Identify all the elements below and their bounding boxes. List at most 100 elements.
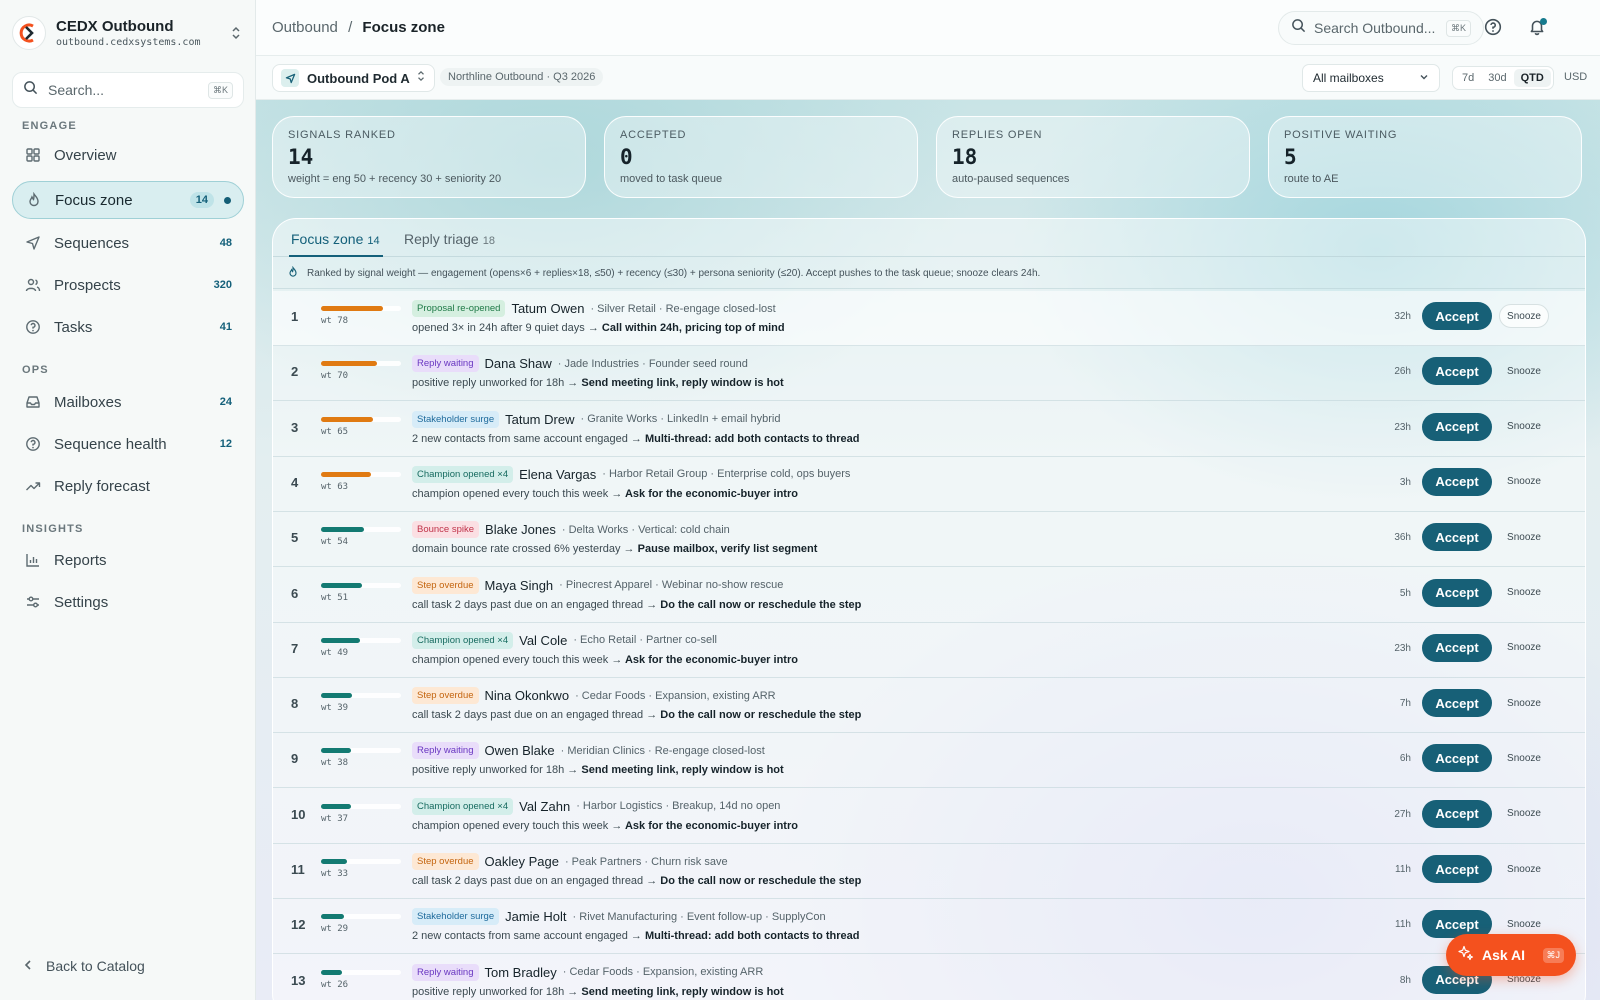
snooze-button[interactable]: Snooze: [1499, 912, 1549, 936]
global-search-input[interactable]: Search Outbound...: [1314, 20, 1446, 36]
workspace-switcher[interactable]: CEDX Outbound outbound.cedxsystems.com: [12, 12, 244, 54]
sidebar-item-prospects[interactable]: Prospects 320: [12, 266, 244, 304]
pod-selector[interactable]: Outbound Pod A: [272, 64, 435, 92]
list-item[interactable]: 4 wt 63 Champion opened ×4 Elena Vargas · Ha…: [273, 457, 1585, 512]
global-search[interactable]: Search Outbound... ⌘K: [1278, 11, 1484, 45]
ask-ai-button[interactable]: Ask AI ⌘J: [1446, 934, 1576, 976]
rank-number: 8: [291, 696, 299, 712]
range-option-qtd[interactable]: QTD: [1513, 69, 1551, 87]
prospect-name[interactable]: Nina Okonkwo: [485, 688, 570, 703]
sidebar-item-mailboxes[interactable]: Mailboxes 24: [12, 383, 244, 421]
accept-button[interactable]: Accept: [1422, 357, 1492, 386]
snooze-button[interactable]: Snooze: [1499, 525, 1549, 549]
snooze-button[interactable]: Snooze: [1499, 857, 1549, 881]
accept-button[interactable]: Accept: [1422, 799, 1492, 828]
accept-button[interactable]: Accept: [1422, 578, 1492, 607]
prospect-name[interactable]: Tatum Drew: [505, 412, 574, 427]
sidebar-item-tasks[interactable]: Tasks 41: [12, 308, 244, 346]
range-option-30d[interactable]: 30d: [1481, 69, 1513, 87]
sidebar-item-settings[interactable]: Settings: [12, 583, 244, 621]
signal-tag: Stakeholder surge: [412, 410, 500, 428]
prospect-name[interactable]: Dana Shaw: [485, 356, 552, 371]
snooze-button[interactable]: Snooze: [1499, 802, 1549, 826]
prospect-name[interactable]: Val Zahn: [519, 799, 570, 814]
sidebar-search-input[interactable]: Search...: [48, 82, 208, 98]
sidebar-item-reply-forecast[interactable]: Reply forecast: [12, 467, 244, 505]
accept-button[interactable]: Accept: [1422, 412, 1492, 441]
weight-bar: [321, 306, 401, 311]
list-item[interactable]: 12 wt 29 Stakeholder surge Jamie Holt · Rive…: [273, 899, 1585, 955]
accept-button[interactable]: Accept: [1422, 855, 1492, 883]
snooze-button[interactable]: Snooze: [1499, 359, 1549, 383]
prospect-name[interactable]: Tatum Owen: [511, 301, 584, 316]
sidebar-item-sequence-health[interactable]: Sequence health 12: [12, 425, 244, 463]
sidebar-item-sequences[interactable]: Sequences 48: [12, 224, 244, 262]
signal-tag: Champion opened ×4: [412, 465, 514, 483]
tab-focus-zone[interactable]: Focus zone 14: [291, 231, 380, 247]
snooze-button[interactable]: Snooze: [1499, 581, 1549, 605]
bell-icon[interactable]: [1528, 18, 1548, 38]
accept-button[interactable]: Accept: [1422, 467, 1492, 496]
breadcrumb-root[interactable]: Outbound: [272, 19, 338, 36]
send-icon: [281, 69, 299, 87]
snooze-button[interactable]: Snooze: [1499, 304, 1549, 328]
accept-button[interactable]: Accept: [1422, 689, 1492, 718]
stat-label: POSITIVE WAITING: [1284, 129, 1398, 141]
stat-card-signals-ranked: SIGNALS RANKED 14 weight = eng 50 + rece…: [272, 116, 586, 198]
mailbox-select[interactable]: All mailboxes: [1302, 64, 1440, 92]
list-item[interactable]: 8 wt 39 Step overdue Nina Okonkwo · Cedar Fo…: [273, 678, 1585, 734]
chevron-updown-icon[interactable]: [228, 25, 244, 41]
prospect-meta: · Cedar Foods · Expansion, existing ARR: [562, 966, 764, 979]
rank-number: 7: [291, 640, 299, 656]
sidebar-search[interactable]: Search... ⌘K: [12, 72, 244, 108]
prospect-name[interactable]: Val Cole: [519, 633, 567, 648]
stat-description: weight = eng 50 + recency 30 + seniority…: [288, 173, 502, 185]
sidebar-item-overview[interactable]: Overview: [12, 136, 244, 174]
list-item[interactable]: 2 wt 70 Reply waiting Dana Shaw · Jade Indus…: [273, 346, 1585, 402]
weight-label: wt 26: [321, 979, 349, 990]
weight-bar-fill: [321, 582, 362, 588]
snooze-button[interactable]: Snooze: [1499, 470, 1549, 494]
list-item[interactable]: 10 wt 37 Champion opened ×4 Val Zahn · Harbo…: [273, 789, 1585, 844]
list-item[interactable]: 6 wt 51 Step overdue Maya Singh · Pinecrest …: [273, 568, 1585, 623]
snooze-button[interactable]: Snooze: [1499, 415, 1549, 439]
prospect-name[interactable]: Elena Vargas: [519, 467, 596, 482]
sidebar-item-reports[interactable]: Reports: [12, 541, 244, 579]
next-action: Send meeting link, reply window is hot: [578, 985, 784, 998]
list-item[interactable]: 11 wt 33 Step overdue Oakley Page · Peak Par…: [273, 844, 1585, 899]
prospect-name[interactable]: Oakley Page: [485, 854, 559, 869]
signal-text: call task 2 days past due on an engaged …: [412, 875, 658, 887]
list-item[interactable]: 9 wt 38 Reply waiting Owen Blake · Meridian …: [273, 733, 1585, 789]
sidebar-item-focus-zone[interactable]: Focus zone 14: [12, 181, 244, 219]
weight-bar: [321, 803, 401, 809]
accept-button[interactable]: Accept: [1422, 744, 1492, 773]
prospect-name[interactable]: Tom Bradley: [485, 965, 557, 980]
sidebar: CEDX Outbound outbound.cedxsystems.com S…: [0, 0, 256, 1000]
tab-reply-triage[interactable]: Reply triage 18: [404, 231, 495, 247]
prospect-name[interactable]: Blake Jones: [485, 522, 556, 537]
grid-icon: [24, 146, 42, 164]
prospect-name[interactable]: Maya Singh: [485, 578, 554, 593]
stat-description: moved to task queue: [620, 173, 723, 185]
signal-tag: Champion opened ×4: [412, 797, 514, 815]
prospect-name[interactable]: Jamie Holt: [505, 909, 566, 924]
signal-age: 23h: [1394, 642, 1411, 654]
list-item[interactable]: 13 wt 26 Reply waiting Tom Bradley · Cedar F…: [273, 955, 1585, 1000]
list-item[interactable]: 7 wt 49 Champion opened ×4 Val Cole · Echo R…: [273, 623, 1585, 678]
signal-tag: Champion opened ×4: [412, 631, 514, 649]
accept-button[interactable]: Accept: [1422, 302, 1492, 330]
accept-button[interactable]: Accept: [1422, 633, 1492, 662]
back-to-catalog-link[interactable]: Back to Catalog: [22, 958, 145, 974]
list-item[interactable]: 5 wt 54 Bounce spike Blake Jones · Delta Wor…: [273, 512, 1585, 568]
prospect-name[interactable]: Owen Blake: [485, 743, 555, 758]
help-icon[interactable]: [1484, 18, 1504, 38]
list-item[interactable]: 3 wt 65 Stakeholder surge Tatum Drew · Grani…: [273, 402, 1585, 457]
list-item[interactable]: 1 wt 78 Proposal re-opened Tatum Owen · Silv…: [273, 291, 1585, 346]
weight-bar-fill: [321, 803, 351, 809]
snooze-button[interactable]: Snooze: [1499, 636, 1549, 660]
snooze-button[interactable]: Snooze: [1499, 746, 1549, 770]
snooze-button[interactable]: Snooze: [1499, 691, 1549, 715]
range-option-7d[interactable]: 7d: [1455, 69, 1481, 87]
accept-button[interactable]: Accept: [1422, 523, 1492, 552]
help-circle-icon: [24, 435, 42, 453]
